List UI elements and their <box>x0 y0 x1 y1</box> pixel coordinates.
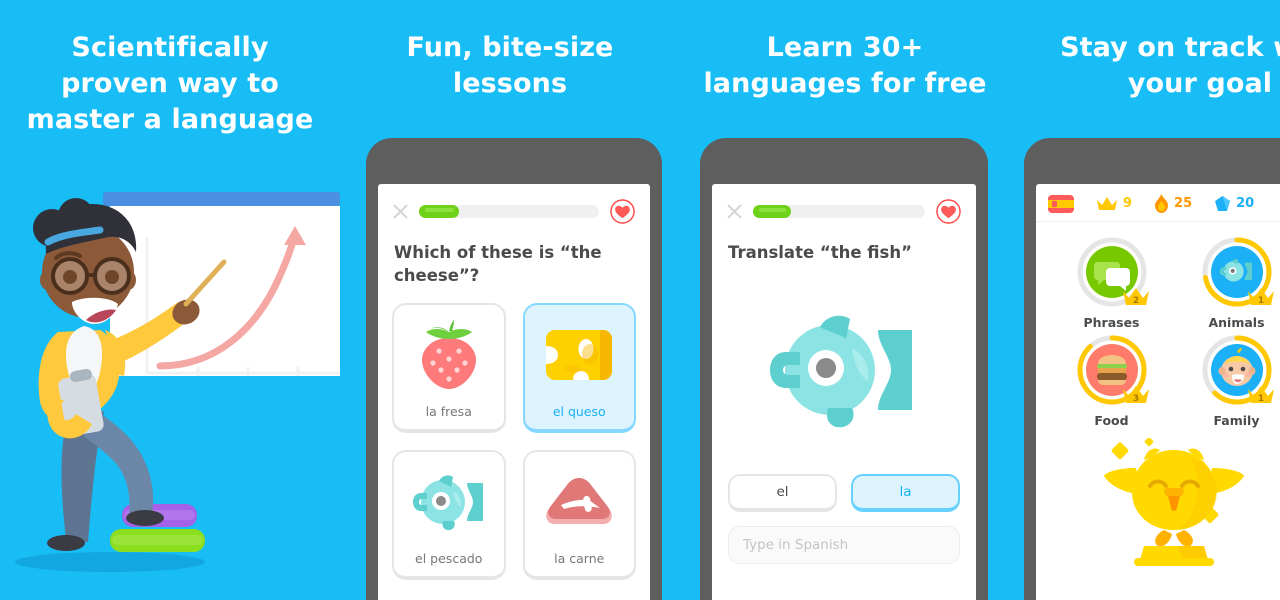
answer-label: el pescado <box>415 551 483 566</box>
skill-label: Food <box>1094 413 1129 428</box>
phone-frame-translate: Translate “the fish” el la Type in Spani… <box>700 138 988 600</box>
word-bank-option-la[interactable]: la <box>851 474 960 512</box>
home-screen: 9 25 20 2 Phrases 1 Animals 3 Food 1 Fam… <box>1036 184 1280 600</box>
mascot-area <box>1036 438 1280 568</box>
lesson-progress-bar <box>753 205 925 218</box>
skill-label: Phrases <box>1083 315 1140 330</box>
streak-count-stat[interactable]: 25 <box>1154 194 1192 213</box>
answer-card-grid: la fresa el queso el pescado la carne <box>378 287 650 580</box>
crown-count: 9 <box>1123 196 1133 211</box>
skill-tree: 2 Phrases 1 Animals 3 Food 1 Family <box>1036 222 1280 428</box>
panel-lessons-headline: Fun, bite-size lessons <box>406 32 614 99</box>
skill-ring: 1 <box>1201 334 1274 406</box>
screenshot-stage: Scientifically proven way to master a la… <box>0 0 1280 600</box>
answer-label: la carne <box>554 551 605 566</box>
answer-card-la-fresa[interactable]: la fresa <box>392 303 506 433</box>
answer-label: la fresa <box>425 404 472 419</box>
skill-ring: 3 <box>1076 334 1149 406</box>
panel-languages: Learn 30+ languages for free Translate “… <box>680 0 1010 600</box>
panel-science: Scientifically proven way to master a la… <box>0 0 340 600</box>
panel-science-headline: Scientifically proven way to master a la… <box>26 32 314 135</box>
word-bank: el la <box>712 474 976 512</box>
skill-family[interactable]: 1 Family <box>1179 334 1280 428</box>
panel-goal-headline: Stay on track with your goal <box>1060 32 1280 99</box>
panel-languages-headline: Learn 30+ languages for free <box>703 32 987 99</box>
word-bank-option-el[interactable]: el <box>728 474 837 512</box>
lesson-header <box>378 184 650 225</box>
meat-art <box>525 452 635 551</box>
language-flag-stat[interactable] <box>1048 194 1074 213</box>
heart-icon[interactable] <box>609 198 636 225</box>
meat-icon <box>546 477 613 524</box>
burger-icon <box>1096 355 1127 385</box>
skill-label: Family <box>1213 413 1260 428</box>
answer-card-el-queso[interactable]: el queso <box>522 303 636 433</box>
crown-icon <box>1097 196 1117 210</box>
lesson-progress-fill <box>419 205 459 218</box>
strawberry-art <box>394 305 504 404</box>
close-icon[interactable] <box>726 203 743 220</box>
prompt-illustration <box>712 264 976 474</box>
crown-level: 1 <box>1257 296 1263 306</box>
lesson-screen-cheese: Which of these is “the cheese”? la fresa… <box>378 184 650 600</box>
teacher-pointing-at-growth-chart-illustration <box>15 192 340 572</box>
fish-icon <box>412 474 483 530</box>
phone-frame-home: 9 25 20 2 Phrases 1 Animals 3 Food 1 Fam… <box>1024 138 1280 600</box>
skill-food[interactable]: 3 Food <box>1054 334 1169 428</box>
strawberry-icon <box>421 319 476 389</box>
lesson-screen-translate: Translate “the fish” el la Type in Spani… <box>712 184 976 600</box>
panel-lessons: Fun, bite-size lessons Which of these is… <box>340 0 680 600</box>
spain-flag-icon <box>1048 194 1074 213</box>
heart-icon[interactable] <box>935 198 962 225</box>
lesson-progress-bar <box>419 205 599 218</box>
lesson-question: Which of these is “the cheese”? <box>394 243 602 285</box>
phone-frame-lessons: Which of these is “the cheese”? la fresa… <box>366 138 662 600</box>
fish-icon <box>770 315 912 428</box>
home-status-bar: 9 25 20 <box>1036 184 1280 222</box>
crown-badge: 2 <box>1122 288 1149 306</box>
skill-phrases[interactable]: 2 Phrases <box>1054 236 1169 330</box>
crown-badge: 3 <box>1122 386 1149 404</box>
crown-badge: 1 <box>1247 288 1274 306</box>
close-icon[interactable] <box>392 203 409 220</box>
cheese-icon <box>546 329 613 380</box>
fish-art <box>394 452 504 551</box>
skill-ring: 2 <box>1076 236 1149 308</box>
panel-goal: Stay on track with your goal <box>1010 0 1280 600</box>
translation-input[interactable]: Type in Spanish <box>728 526 960 564</box>
answer-label: el queso <box>552 404 606 419</box>
gem-icon <box>1215 195 1231 211</box>
skill-label: Animals <box>1208 315 1265 330</box>
streak-count: 25 <box>1174 196 1193 211</box>
answer-card-el-pescado[interactable]: el pescado <box>392 450 506 580</box>
flame-icon <box>1155 194 1169 213</box>
lesson-header <box>712 184 976 225</box>
lesson-progress-fill <box>753 205 791 218</box>
crown-count-stat[interactable]: 9 <box>1096 196 1132 212</box>
gem-count-stat[interactable]: 20 <box>1214 195 1254 213</box>
crown-level: 1 <box>1257 394 1263 404</box>
crown-level: 2 <box>1132 296 1138 306</box>
crown-level: 3 <box>1132 394 1138 404</box>
skill-ring: 1 <box>1201 236 1274 308</box>
lesson-question: Translate “the fish” <box>728 243 912 262</box>
gem-count: 20 <box>1236 196 1255 211</box>
skill-animals[interactable]: 1 Animals <box>1179 236 1280 330</box>
cheese-art <box>525 305 635 404</box>
answer-card-la-carne[interactable]: la carne <box>522 450 636 580</box>
crown-badge: 1 <box>1247 386 1274 404</box>
duo-owl-trophy-icon <box>1104 438 1244 566</box>
